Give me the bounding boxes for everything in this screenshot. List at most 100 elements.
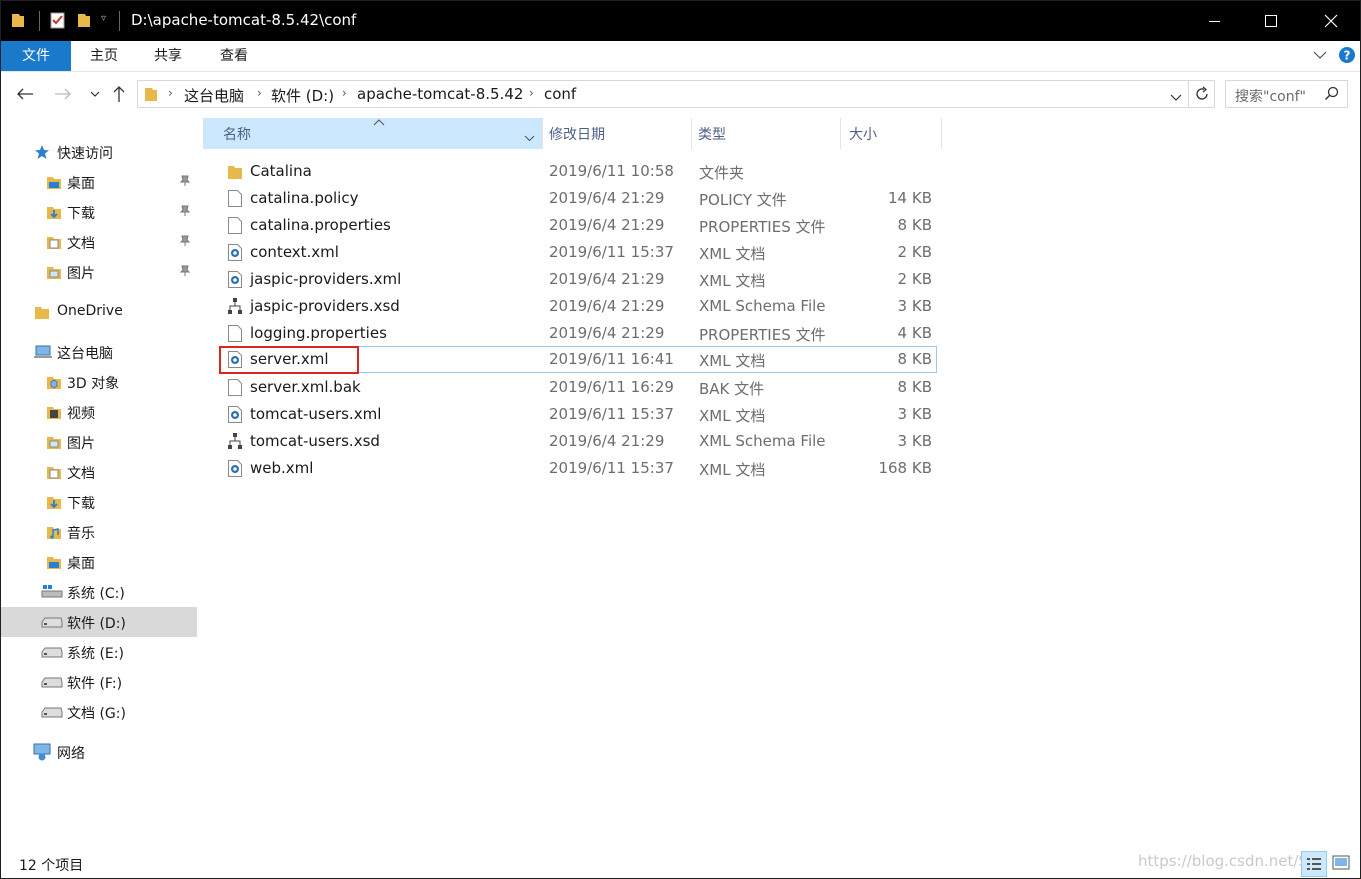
maximize-button[interactable] xyxy=(1242,1,1300,41)
chevron-right-icon[interactable]: › xyxy=(529,86,534,100)
nav-quick-access[interactable]: 快速访问 xyxy=(1,137,197,167)
nav-this-pc[interactable]: 这台电脑 xyxy=(1,337,197,367)
documents-folder-icon xyxy=(46,234,62,254)
column-header-date[interactable]: 修改日期 xyxy=(543,118,691,149)
file-row[interactable]: tomcat-users.xsd 2019/6/4 21:29 XML Sche… xyxy=(220,428,937,455)
chevron-right-icon[interactable]: › xyxy=(168,86,173,100)
nav-3d-objects[interactable]: 3D 对象 xyxy=(1,367,197,397)
star-icon xyxy=(34,144,50,164)
divider xyxy=(119,11,121,35)
nav-videos[interactable]: 视频 xyxy=(1,397,197,427)
pin-icon[interactable] xyxy=(179,265,191,277)
column-header-name[interactable]: 名称 xyxy=(203,118,542,149)
pin-icon[interactable] xyxy=(179,235,191,247)
address-bar[interactable]: › 这台电脑 › 软件 (D:) › apache-tomcat-8.5.42 … xyxy=(137,80,1215,108)
xml-file-icon xyxy=(227,405,243,424)
nav-downloads-pinned[interactable]: 下载 xyxy=(1,197,197,227)
pictures-folder-icon xyxy=(46,434,62,454)
nav-drive-e[interactable]: 系统 (E:) xyxy=(1,637,197,667)
window-title: D:\apache-tomcat-8.5.42\conf xyxy=(131,11,357,29)
documents-folder-icon xyxy=(46,464,62,484)
up-button[interactable] xyxy=(109,84,129,104)
close-button[interactable] xyxy=(1302,1,1360,41)
folder-icon xyxy=(227,162,243,181)
nav-documents[interactable]: 文档 xyxy=(1,457,197,487)
pin-icon[interactable] xyxy=(179,175,191,187)
tab-home[interactable]: 主页 xyxy=(83,41,125,71)
column-header-type[interactable]: 类型 xyxy=(692,118,840,149)
explorer-window: ▿ D:\apache-tomcat-8.5.42\conf 文件 主页 共享 … xyxy=(0,0,1361,879)
nav-desktop[interactable]: 桌面 xyxy=(1,547,197,577)
nav-pictures-pinned[interactable]: 图片 xyxy=(1,257,197,287)
desktop-folder-icon xyxy=(46,174,62,194)
new-folder-icon[interactable] xyxy=(77,11,91,33)
file-row[interactable]: context.xml 2019/6/11 15:37 XML 文档 2 KB xyxy=(220,239,937,266)
file-row[interactable]: logging.properties 2019/6/4 21:29 PROPER… xyxy=(220,320,937,347)
search-box[interactable]: 搜索"conf" xyxy=(1225,80,1348,108)
ribbon-tabs: 文件 主页 共享 查看 ? xyxy=(1,41,1360,72)
tab-file[interactable]: 文件 xyxy=(1,41,71,71)
address-dropdown-icon[interactable] xyxy=(1170,90,1182,106)
nav-drive-d[interactable]: 软件 (D:) xyxy=(1,607,197,637)
tab-view[interactable]: 查看 xyxy=(213,41,255,71)
breadcrumb-tomcat[interactable]: apache-tomcat-8.5.42 xyxy=(357,85,523,103)
svg-text:?: ? xyxy=(1344,49,1351,63)
search-icon[interactable] xyxy=(1324,86,1340,106)
chevron-right-icon[interactable]: › xyxy=(342,86,347,100)
breadcrumb-this-pc[interactable]: 这台电脑 xyxy=(184,85,244,106)
drive-icon xyxy=(41,707,63,723)
watermark: https://blog.csdn.net/Si xyxy=(1138,852,1313,870)
help-icon[interactable]: ? xyxy=(1338,46,1356,68)
nav-downloads[interactable]: 下载 xyxy=(1,487,197,517)
file-icon xyxy=(227,378,243,397)
sort-up-icon xyxy=(373,115,385,131)
recent-locations-button[interactable] xyxy=(85,84,105,104)
folder-icon xyxy=(144,85,158,107)
back-button[interactable] xyxy=(15,84,35,104)
nav-drive-f[interactable]: 软件 (F:) xyxy=(1,667,197,697)
file-row[interactable]: web.xml 2019/6/11 15:37 XML 文档 168 KB xyxy=(220,455,937,482)
file-row[interactable]: catalina.policy 2019/6/4 21:29 POLICY 文件… xyxy=(220,185,937,212)
divider xyxy=(1188,81,1189,107)
file-row[interactable]: jaspic-providers.xsd 2019/6/4 21:29 XML … xyxy=(220,293,937,320)
file-row[interactable]: catalina.properties 2019/6/4 21:29 PROPE… xyxy=(220,212,937,239)
column-header-size[interactable]: 大小 xyxy=(841,118,941,149)
tab-share[interactable]: 共享 xyxy=(147,41,189,71)
nav-documents-pinned[interactable]: 文档 xyxy=(1,227,197,257)
downloads-folder-icon xyxy=(46,204,62,224)
videos-folder-icon xyxy=(46,404,62,424)
file-row[interactable]: jaspic-providers.xml 2019/6/4 21:29 XML … xyxy=(220,266,937,293)
pictures-folder-icon xyxy=(46,264,62,284)
chevron-right-icon[interactable]: › xyxy=(257,86,262,100)
file-icon xyxy=(227,216,243,235)
nav-desktop-pinned[interactable]: 桌面 xyxy=(1,167,197,197)
xsd-file-icon xyxy=(227,297,243,316)
address-row: › 这台电脑 › 软件 (D:) › apache-tomcat-8.5.42 … xyxy=(1,72,1360,116)
highlight-box xyxy=(219,346,359,374)
breadcrumb-drive-d[interactable]: 软件 (D:) xyxy=(271,85,334,106)
file-row[interactable]: server.xml.bak 2019/6/11 16:29 BAK 文件 8 … xyxy=(220,374,937,401)
windows-drive-icon xyxy=(41,585,63,603)
breadcrumb-conf[interactable]: conf xyxy=(544,85,576,103)
forward-button[interactable] xyxy=(53,84,73,104)
properties-icon[interactable] xyxy=(50,11,66,33)
nav-pictures[interactable]: 图片 xyxy=(1,427,197,457)
nav-onedrive[interactable]: OneDrive xyxy=(1,297,197,327)
customize-quick-access-icon[interactable]: ▿ xyxy=(101,13,106,24)
minimize-button[interactable] xyxy=(1186,1,1244,41)
expand-ribbon-icon[interactable] xyxy=(1313,48,1327,64)
nav-drive-g[interactable]: 文档 (G:) xyxy=(1,697,197,727)
details-view-button[interactable] xyxy=(1301,851,1327,877)
chevron-down-icon[interactable] xyxy=(524,130,535,146)
music-folder-icon xyxy=(46,524,62,544)
file-row[interactable]: tomcat-users.xml 2019/6/11 15:37 XML 文档 … xyxy=(220,401,937,428)
file-row[interactable]: Catalina 2019/6/11 10:58 文件夹 xyxy=(220,158,937,185)
pin-icon[interactable] xyxy=(179,205,191,217)
large-icons-view-button[interactable] xyxy=(1329,851,1355,877)
column-divider[interactable] xyxy=(941,118,942,149)
refresh-icon[interactable] xyxy=(1193,85,1211,107)
nav-network[interactable]: 网络 xyxy=(1,737,197,767)
drive-icon xyxy=(41,677,63,693)
nav-drive-c[interactable]: 系统 (C:) xyxy=(1,577,197,607)
nav-music[interactable]: 音乐 xyxy=(1,517,197,547)
